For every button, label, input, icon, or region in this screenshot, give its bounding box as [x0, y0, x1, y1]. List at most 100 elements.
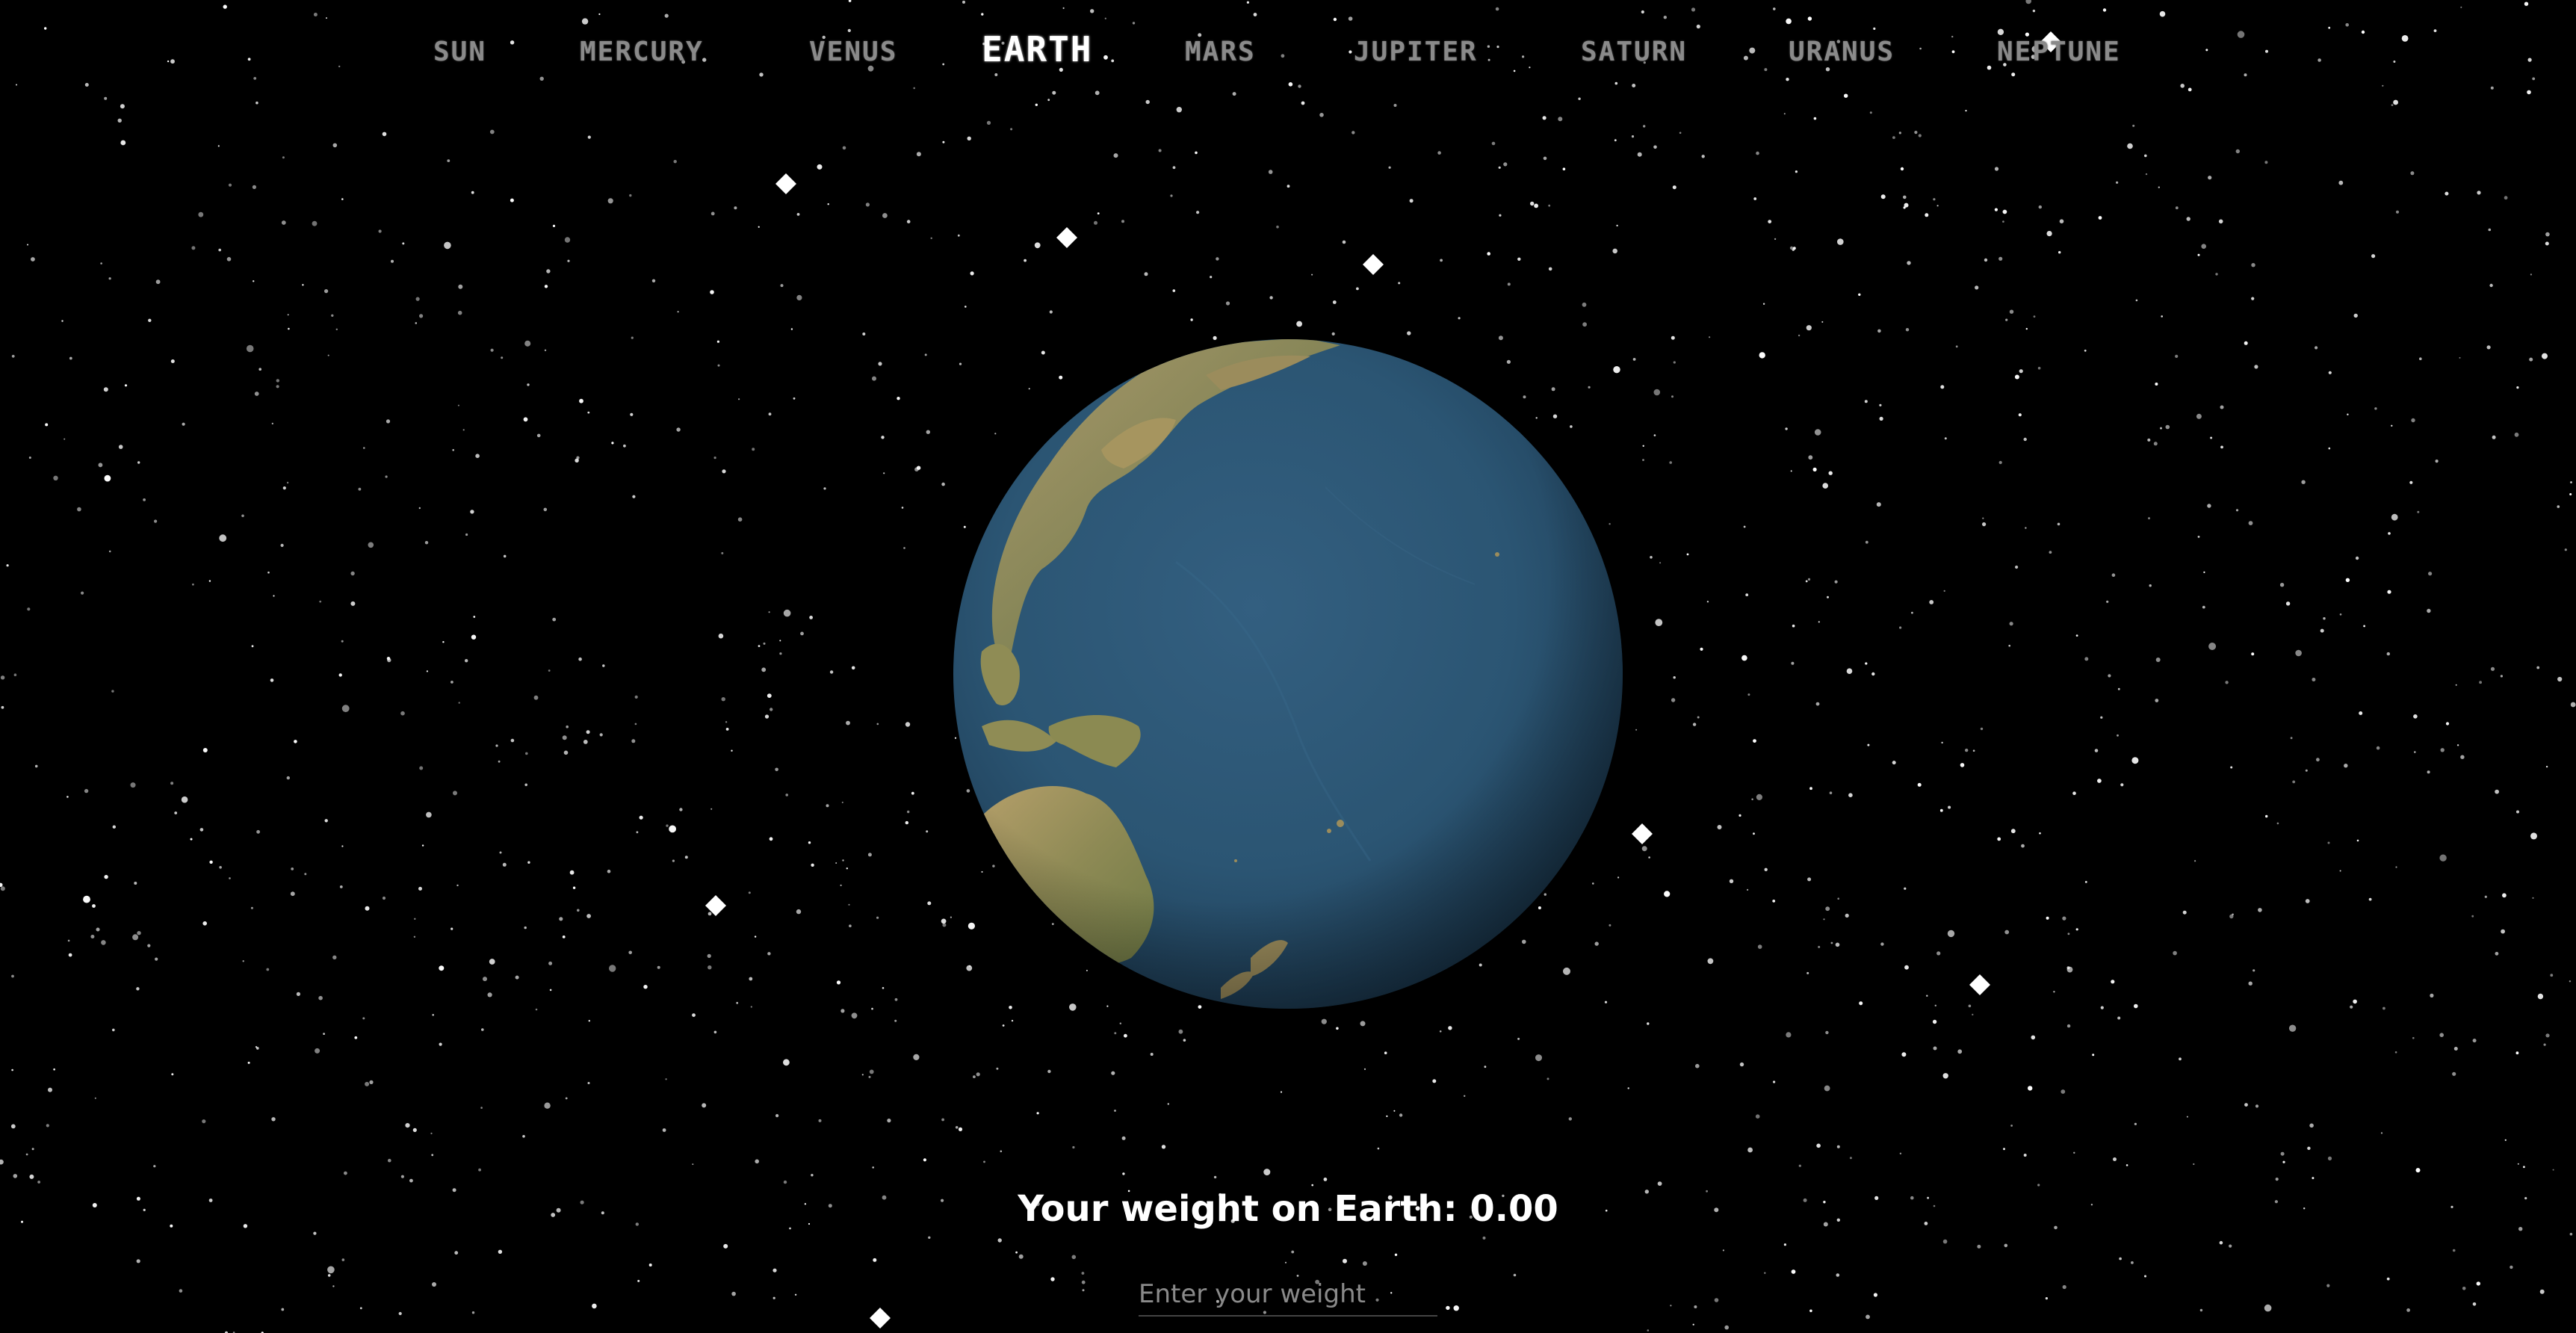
star: [1558, 117, 1563, 122]
star: [471, 1311, 475, 1314]
star: [475, 454, 480, 458]
star: [1124, 1033, 1127, 1038]
star: [1939, 808, 1943, 812]
star: [1697, 716, 1700, 719]
star: [1437, 151, 1441, 155]
nav-item-sun[interactable]: SUN: [433, 33, 486, 72]
star: [92, 904, 96, 908]
star: [2386, 652, 2390, 656]
star: [2025, 527, 2027, 529]
star: [872, 376, 876, 381]
star: [442, 641, 445, 643]
star: [1024, 259, 1027, 262]
star: [1635, 729, 1638, 731]
star: [2462, 1287, 2466, 1290]
star: [1824, 1085, 1830, 1092]
star: [2117, 1016, 2121, 1020]
nav-item-mercury[interactable]: MERCURY: [580, 33, 704, 72]
star: [457, 310, 462, 315]
star: [473, 616, 476, 618]
star: [1836, 1145, 1840, 1148]
star: [1947, 930, 1955, 938]
star: [2316, 758, 2320, 762]
star: [749, 977, 753, 981]
nav-item-saturn[interactable]: SATURN: [1581, 33, 1687, 72]
star: [1121, 220, 1124, 223]
star: [2062, 1284, 2066, 1290]
nav-item-neptune[interactable]: NEPTUNE: [1997, 33, 2121, 72]
nav-item-venus[interactable]: VENUS: [809, 33, 897, 72]
star: [1458, 317, 1461, 320]
star: [286, 481, 289, 484]
star: [862, 333, 866, 335]
star: [2305, 769, 2308, 772]
star: [764, 714, 770, 719]
star: [386, 419, 391, 424]
star: [725, 721, 728, 723]
star: [1815, 702, 1820, 706]
star: [398, 1311, 402, 1316]
star: [957, 234, 960, 237]
star: [2092, 1054, 2095, 1057]
star: [490, 348, 494, 352]
star: [1176, 107, 1183, 113]
star: [970, 271, 974, 276]
nav-item-uranus[interactable]: URANUS: [1789, 33, 1895, 72]
star: [1865, 662, 1868, 665]
star: [1827, 596, 1829, 599]
star: [2315, 346, 2318, 350]
star: [198, 211, 204, 217]
star: [413, 935, 416, 938]
star: [1464, 1095, 1466, 1098]
star: [2061, 1089, 2066, 1094]
weight-input[interactable]: [1139, 1273, 1437, 1317]
star: [405, 1123, 410, 1128]
star: [61, 320, 64, 322]
star: [365, 906, 370, 911]
star: [926, 830, 929, 833]
star: [721, 551, 724, 554]
star: [327, 354, 329, 356]
star: [1535, 1054, 1542, 1062]
star: [503, 554, 507, 558]
star: [2295, 649, 2302, 657]
star: [1982, 517, 1984, 519]
star: [1095, 90, 1100, 96]
star: [2062, 916, 2066, 921]
nav-item-jupiter[interactable]: JUPITER: [1354, 33, 1478, 72]
star: [1756, 794, 1762, 800]
star: [2011, 72, 2016, 77]
star: [11, 974, 14, 978]
star: [692, 1013, 696, 1017]
star: [256, 829, 260, 834]
star: [790, 328, 793, 330]
earth-globe[interactable]: [952, 338, 1624, 1010]
star: [1756, 151, 1759, 155]
star: [1673, 361, 1676, 364]
star: [1849, 1157, 1852, 1160]
nav-item-earth[interactable]: EARTH: [982, 30, 1092, 69]
star: [636, 831, 639, 834]
star: [1864, 400, 1868, 403]
star: [2510, 1265, 2513, 1269]
star: [1072, 1145, 1075, 1149]
nav-item-mars[interactable]: MARS: [1185, 33, 1256, 72]
star: [1298, 84, 1301, 88]
star: [2244, 73, 2247, 77]
star: [1764, 867, 1768, 872]
star: [2264, 161, 2268, 164]
star: [2459, 356, 2461, 359]
star: [1846, 668, 1853, 674]
star: [1111, 1071, 1115, 1075]
star: [2009, 622, 2013, 626]
star: [480, 1107, 483, 1109]
star: [983, 1160, 985, 1163]
star: [66, 796, 69, 798]
star: [1869, 111, 1872, 114]
star: [2059, 219, 2064, 224]
star: [1880, 942, 1884, 946]
star: [811, 863, 814, 867]
star: [1918, 134, 1922, 137]
star: [1892, 761, 1896, 765]
star: [2230, 766, 2233, 769]
